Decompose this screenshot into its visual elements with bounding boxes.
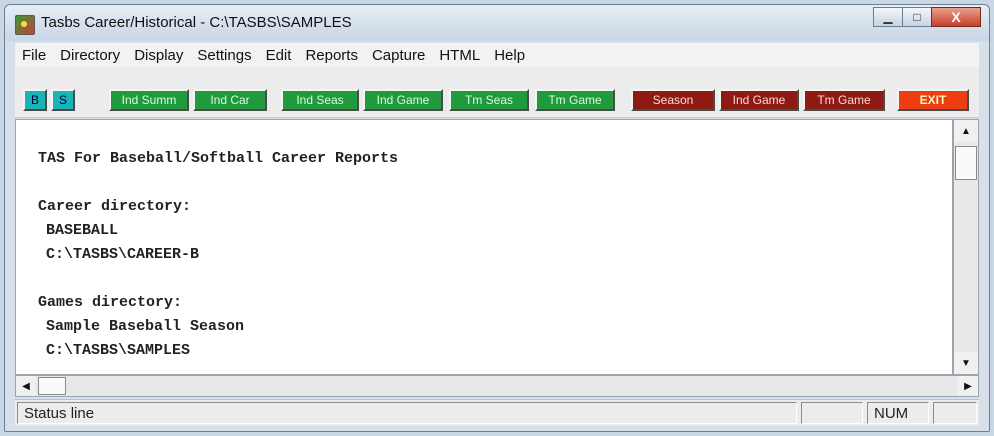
vertical-scrollbar[interactable]: ▲ ▼ bbox=[953, 119, 979, 375]
menu-edit[interactable]: Edit bbox=[259, 47, 299, 64]
ind-summ-button[interactable]: Ind Summ bbox=[109, 89, 189, 111]
report-heading: TAS For Baseball/Softball Career Reports bbox=[38, 150, 399, 167]
season-button[interactable]: Season bbox=[631, 89, 715, 111]
window-controls: ▁ □ X bbox=[873, 7, 981, 27]
horizontal-scrollbar[interactable]: ◀ ▶ bbox=[15, 375, 979, 397]
status-pane-empty bbox=[801, 402, 863, 424]
status-bar: Status line NUM bbox=[15, 399, 979, 426]
ind-game-red-button[interactable]: Ind Game bbox=[719, 89, 799, 111]
title-bar[interactable]: Tasbs Career/Historical - C:\TASBS\SAMPL… bbox=[5, 5, 989, 41]
menu-file[interactable]: File bbox=[15, 47, 53, 64]
ind-seas-button[interactable]: Ind Seas bbox=[281, 89, 359, 111]
status-line: Status line bbox=[17, 402, 797, 424]
maximize-button[interactable]: □ bbox=[902, 7, 932, 27]
b-button[interactable]: B bbox=[23, 89, 47, 111]
games-directory-path: C:\TASBS\SAMPLES bbox=[46, 342, 191, 359]
scroll-down-arrow-icon[interactable]: ▼ bbox=[954, 352, 978, 374]
menu-bar: File Directory Display Settings Edit Rep… bbox=[15, 43, 979, 67]
status-pane-extra bbox=[933, 402, 977, 424]
menu-directory[interactable]: Directory bbox=[53, 47, 127, 64]
scroll-right-arrow-icon[interactable]: ▶ bbox=[958, 376, 978, 396]
tm-seas-button[interactable]: Tm Seas bbox=[449, 89, 529, 111]
career-directory-label: Career directory: bbox=[38, 198, 192, 215]
menu-display[interactable]: Display bbox=[127, 47, 190, 64]
scroll-up-arrow-icon[interactable]: ▲ bbox=[954, 120, 978, 142]
career-directory-name: BASEBALL bbox=[46, 222, 119, 239]
ind-car-button[interactable]: Ind Car bbox=[193, 89, 267, 111]
minimize-icon: ▁ bbox=[883, 10, 893, 24]
report-text-area[interactable]: TAS For Baseball/Softball Career Reports… bbox=[15, 119, 953, 375]
tm-game-button[interactable]: Tm Game bbox=[535, 89, 615, 111]
horizontal-scroll-thumb[interactable] bbox=[38, 377, 66, 395]
num-lock-indicator: NUM bbox=[867, 402, 929, 424]
menu-capture[interactable]: Capture bbox=[365, 47, 432, 64]
vertical-scroll-thumb[interactable] bbox=[955, 146, 977, 180]
menu-settings[interactable]: Settings bbox=[190, 47, 258, 64]
app-window: Tasbs Career/Historical - C:\TASBS\SAMPL… bbox=[4, 4, 990, 432]
s-button[interactable]: S bbox=[51, 89, 75, 111]
ind-game-button[interactable]: Ind Game bbox=[363, 89, 443, 111]
games-directory-label: Games directory: bbox=[38, 294, 183, 311]
games-directory-name: Sample Baseball Season bbox=[46, 318, 245, 335]
toolbar: B S Ind Summ Ind Car Ind Seas Ind Game T… bbox=[15, 67, 979, 118]
close-icon: X bbox=[951, 9, 961, 25]
menu-html[interactable]: HTML bbox=[432, 47, 487, 64]
menu-reports[interactable]: Reports bbox=[298, 47, 365, 64]
app-icon bbox=[15, 15, 35, 35]
close-button[interactable]: X bbox=[931, 7, 981, 27]
maximize-icon: □ bbox=[913, 10, 921, 24]
career-directory-path: C:\TASBS\CAREER-B bbox=[46, 246, 200, 263]
menu-help[interactable]: Help bbox=[487, 47, 532, 64]
exit-button[interactable]: EXIT bbox=[897, 89, 969, 111]
window-title: Tasbs Career/Historical - C:\TASBS\SAMPL… bbox=[41, 14, 352, 31]
scroll-left-arrow-icon[interactable]: ◀ bbox=[16, 376, 36, 396]
minimize-button[interactable]: ▁ bbox=[873, 7, 903, 27]
tm-game-red-button[interactable]: Tm Game bbox=[803, 89, 885, 111]
